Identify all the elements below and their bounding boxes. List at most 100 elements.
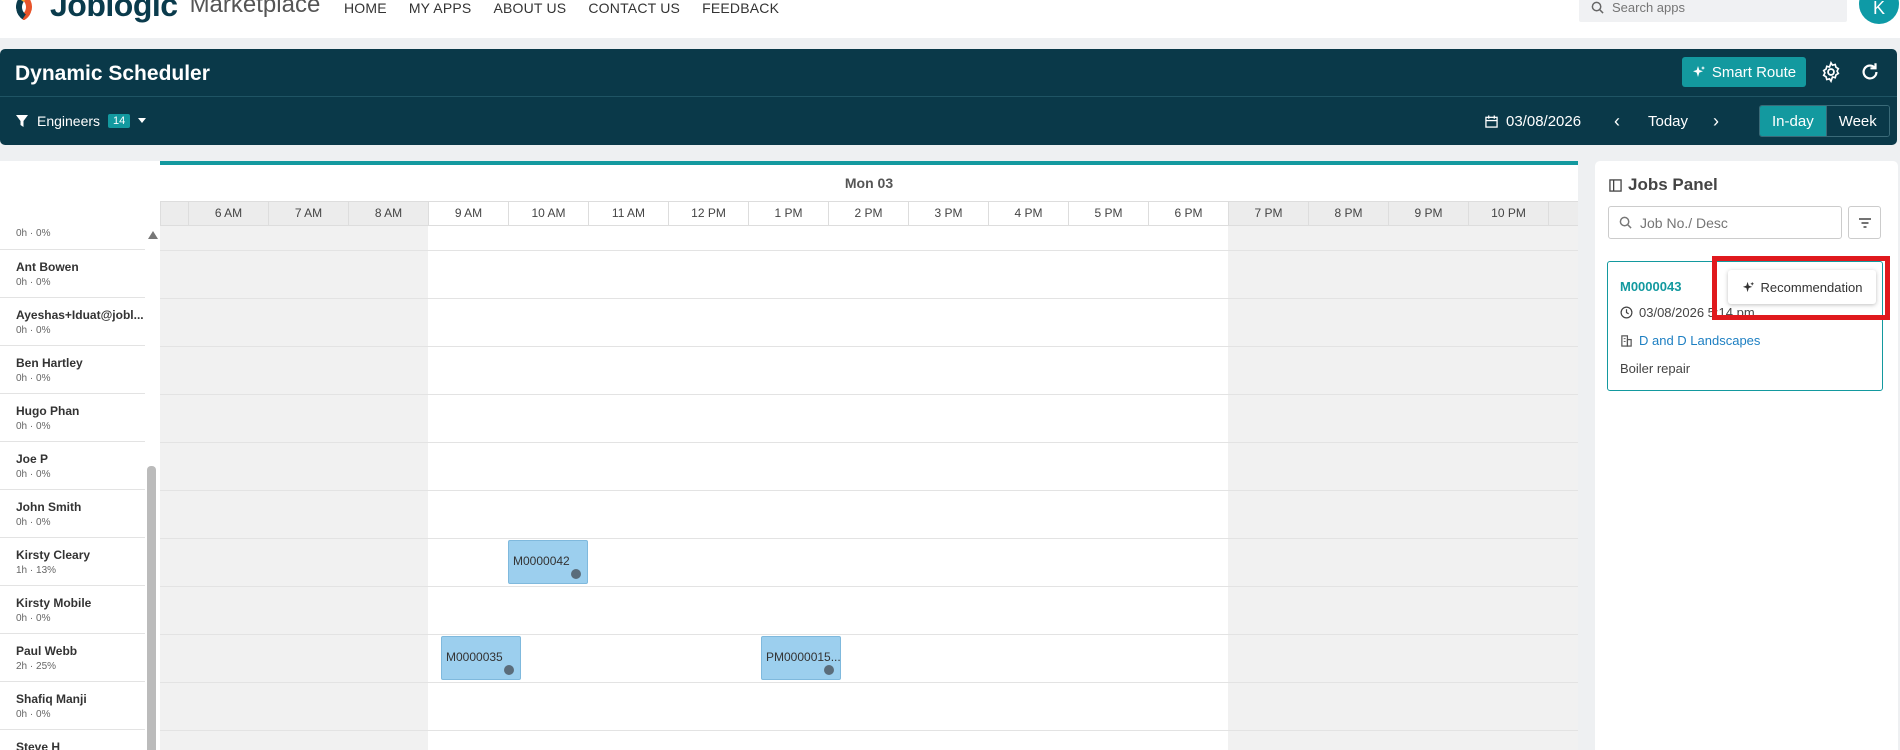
engineer-row[interactable]: Steve H	[0, 730, 145, 750]
engineer-row[interactable]: Joe P 0h · 0%	[0, 442, 145, 490]
scheduler-calendar: Mon 03 6 AM 7 AM 8 AM 9 AM 10 AM 11 AM 12 PM 1 …	[0, 161, 1578, 750]
engineer-name: Ant Bowen	[16, 260, 79, 274]
gear-icon[interactable]	[1820, 61, 1842, 83]
scroll-up-icon[interactable]	[148, 231, 158, 239]
scheduled-job-id: PM0000015...	[766, 650, 841, 664]
row-divider	[160, 682, 1578, 683]
hour-cell: 3 PM	[908, 202, 988, 225]
search-apps-input[interactable]	[1612, 0, 1812, 15]
engineer-name: Ayeshas+Iduat@jobl...	[16, 308, 144, 322]
hour-header: 6 AM 7 AM 8 AM 9 AM 10 AM 11 AM 12 PM 1 PM 2 PM 3…	[160, 201, 1578, 226]
job-card-id[interactable]: M0000043	[1620, 279, 1681, 294]
smart-route-button[interactable]: Smart Route	[1682, 57, 1806, 87]
off-hours-shade	[1228, 226, 1578, 750]
engineers-count-badge: 14	[108, 114, 131, 128]
engineer-row[interactable]: Hugo Phan 0h · 0%	[0, 394, 145, 442]
engineer-row[interactable]: Ayeshas+Iduat@jobl... 0h · 0%	[0, 298, 145, 346]
job-status-icon	[571, 569, 581, 579]
engineer-name: John Smith	[16, 500, 82, 514]
nav-about-us[interactable]: ABOUT US	[493, 0, 566, 16]
calendar-icon	[1485, 115, 1498, 128]
hour-cell: 9 PM	[1388, 202, 1468, 225]
engineer-row[interactable]: Shafiq Manji 0h · 0%	[0, 682, 145, 730]
engineer-meta: 0h · 0%	[16, 228, 51, 239]
view-toggle: In-day Week	[1759, 105, 1890, 137]
schedule-grid[interactable]: M0000042 M0000035 PM0000015...	[160, 226, 1578, 750]
nav-contact-us[interactable]: CONTACT US	[588, 0, 680, 16]
row-divider	[160, 394, 1578, 395]
hour-cell: 11 AM	[588, 202, 668, 225]
jobs-filter-button[interactable]	[1848, 206, 1881, 239]
job-status-icon	[824, 665, 834, 675]
header-divider	[0, 96, 1897, 97]
nav-my-apps[interactable]: MY APPS	[409, 0, 472, 16]
today-button[interactable]: Today	[1648, 113, 1688, 130]
day-label: Mon 03	[844, 175, 894, 191]
engineer-row-partial[interactable]: 0h · 0%	[0, 226, 145, 250]
scrollbar-thumb[interactable]	[147, 466, 156, 750]
search-apps-box	[1579, 0, 1847, 22]
scheduled-job[interactable]: M0000042	[508, 540, 588, 584]
search-icon	[1591, 1, 1604, 14]
hour-cell: 8 AM	[348, 202, 428, 225]
row-divider	[160, 442, 1578, 443]
scheduled-job[interactable]: M0000035	[441, 636, 521, 680]
view-inday-button[interactable]: In-day	[1760, 106, 1826, 136]
chevron-left-icon[interactable]: ‹	[1614, 111, 1620, 132]
building-icon	[1621, 335, 1632, 347]
hour-cell: 10 AM	[508, 202, 588, 225]
engineer-meta: 0h · 0%	[16, 373, 51, 384]
off-hours-shade	[160, 226, 428, 750]
scheduled-job-id: M0000035	[446, 650, 503, 664]
row-divider	[160, 634, 1578, 635]
engineer-name: Joe P	[16, 452, 49, 466]
engineer-row[interactable]: Kirsty Cleary 1h · 13%	[0, 538, 145, 586]
hour-cell: 9 AM	[428, 202, 508, 225]
logo-word: Joblogic	[50, 0, 178, 23]
search-icon	[1619, 216, 1632, 229]
row-divider	[160, 490, 1578, 491]
job-search-input[interactable]	[1640, 214, 1820, 231]
nav-home[interactable]: HOME	[344, 0, 387, 16]
hour-cell: 8 PM	[1308, 202, 1388, 225]
engineer-name: Paul Webb	[16, 644, 78, 658]
page-title: Dynamic Scheduler	[15, 62, 210, 85]
engineer-row[interactable]: Ant Bowen 0h · 0%	[0, 250, 145, 298]
engineer-name: Hugo Phan	[16, 404, 80, 418]
row-divider	[160, 586, 1578, 587]
engineer-name: Shafiq Manji	[16, 692, 87, 706]
user-avatar[interactable]: K	[1859, 0, 1899, 24]
engineer-name: Steve H	[16, 740, 61, 750]
main-nav: HOME MY APPS ABOUT US CONTACT US FEEDBAC…	[344, 0, 779, 16]
engineer-row[interactable]: Paul Webb 2h · 25%	[0, 634, 145, 682]
hour-cell: 7 PM	[1228, 202, 1308, 225]
calendar-accent-bar	[160, 161, 1578, 165]
hour-cell: 12 PM	[668, 202, 748, 225]
engineer-meta: 0h · 0%	[16, 709, 51, 720]
engineer-row[interactable]: Ben Hartley 0h · 0%	[0, 346, 145, 394]
view-week-button[interactable]: Week	[1825, 106, 1889, 136]
refresh-icon[interactable]	[1859, 61, 1881, 83]
row-divider	[160, 730, 1578, 731]
logo-sub: Marketplace	[189, 0, 321, 18]
engineer-row[interactable]: John Smith 0h · 0%	[0, 490, 145, 538]
row-divider	[160, 250, 1578, 251]
nav-feedback[interactable]: FEEDBACK	[702, 0, 779, 16]
highlight-box	[1712, 256, 1890, 320]
joblogic-logo[interactable]: Joblogic Marketplace	[4, 0, 321, 23]
scheduler-header: Dynamic Scheduler Smart Route Engineers …	[0, 49, 1897, 145]
scheduled-job[interactable]: PM0000015...	[761, 636, 841, 680]
top-navbar: Joblogic Marketplace HOME MY APPS ABOUT …	[0, 0, 1900, 38]
caret-down-icon	[138, 118, 147, 123]
hour-cell: 6 PM	[1148, 202, 1228, 225]
engineers-filter[interactable]: Engineers 14	[15, 113, 147, 129]
engineer-meta: 0h · 0%	[16, 325, 51, 336]
engineer-row[interactable]: Kirsty Mobile 0h · 0%	[0, 586, 145, 634]
job-search-box	[1608, 206, 1842, 239]
date-picker[interactable]: 03/08/2026	[1485, 113, 1581, 130]
sparkle-icon	[1692, 66, 1705, 77]
chevron-right-icon[interactable]: ›	[1713, 111, 1719, 132]
job-card-customer-row: D and D Landscapes	[1620, 333, 1760, 348]
job-card-customer-link[interactable]: D and D Landscapes	[1639, 333, 1760, 348]
sort-filter-icon	[1858, 217, 1871, 228]
